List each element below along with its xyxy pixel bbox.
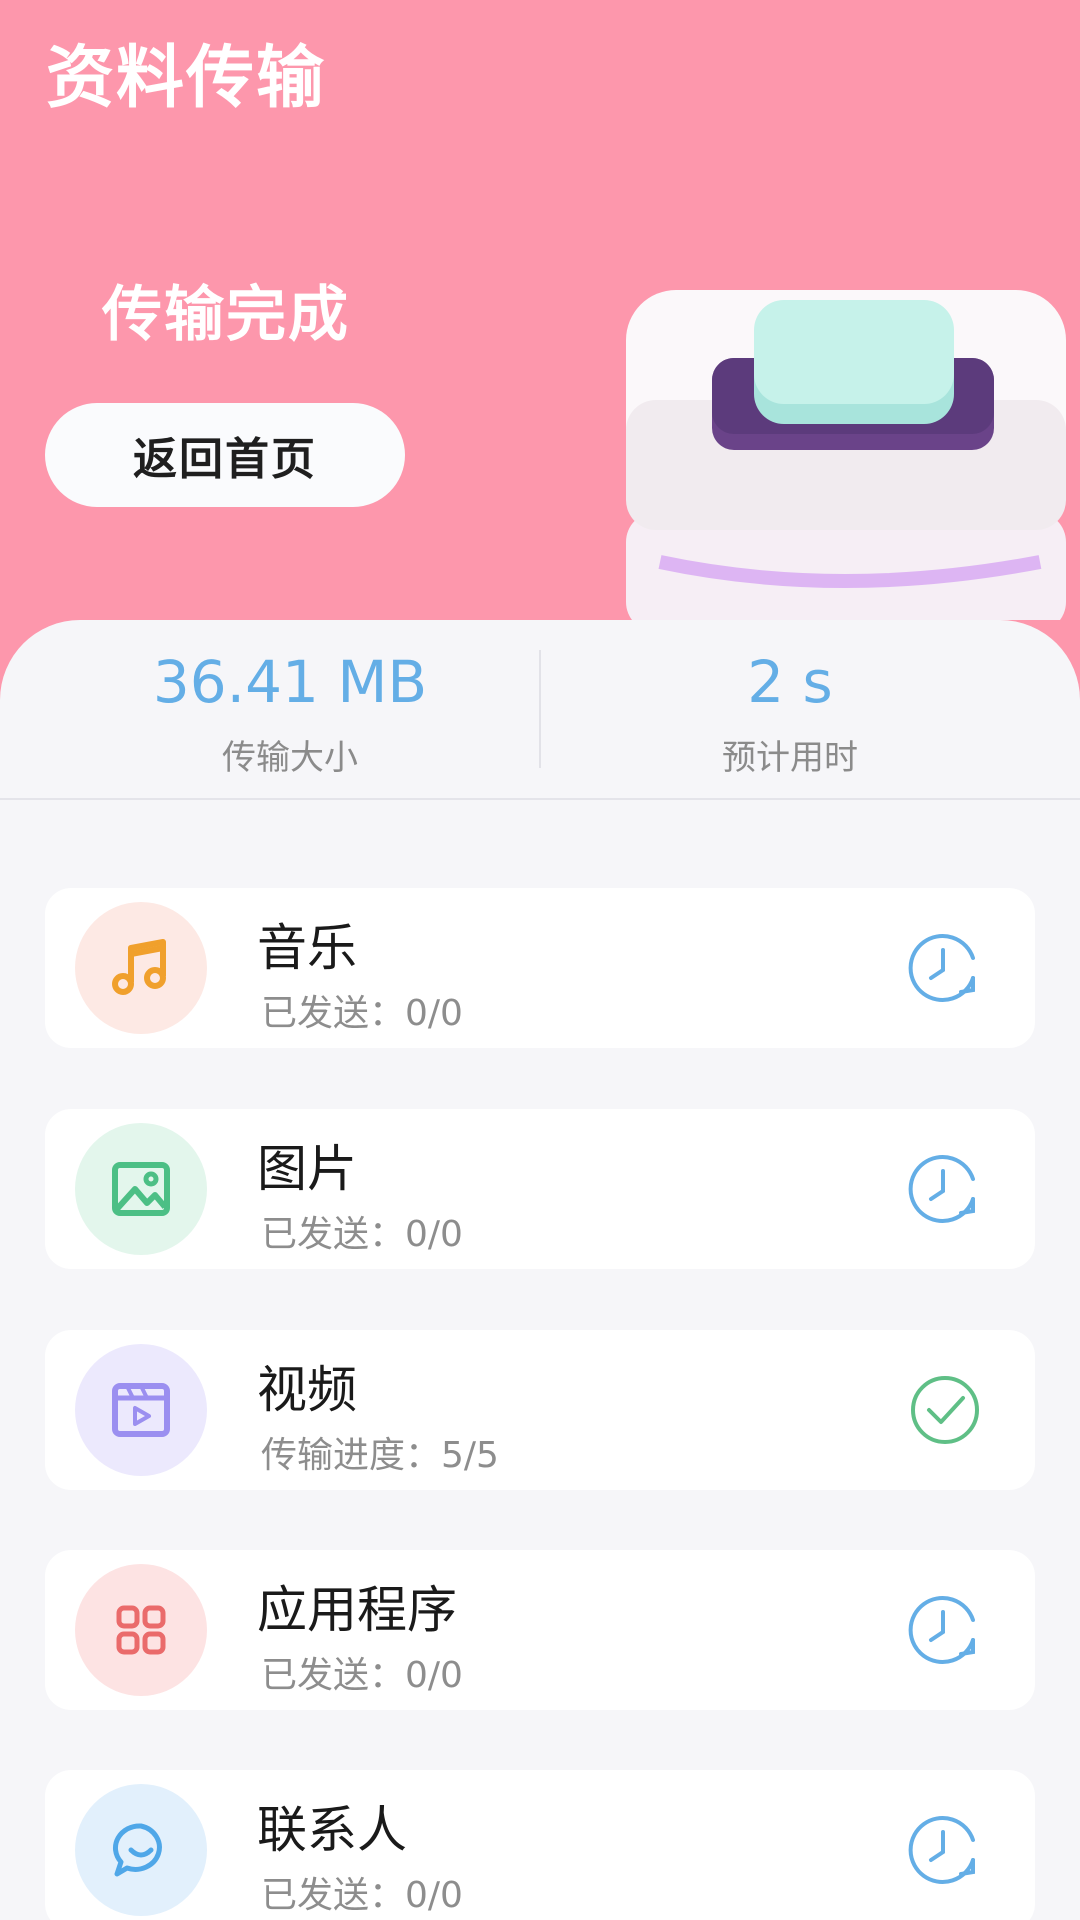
back-home-button[interactable]: 返回首页 (45, 403, 405, 507)
item-status: 已发送：0/0 (261, 1875, 463, 1916)
transfer-box-illustration (626, 290, 1066, 620)
item-name: 音乐 (257, 919, 357, 977)
app-title: 资料传输 (46, 39, 327, 118)
item-status: 已发送：0/0 (261, 1655, 463, 1696)
header-banner: 资料传输 传输完成 返回首页 (0, 0, 1080, 700)
list-item-music[interactable]: 音乐 已发送：0/0 (45, 888, 1035, 1048)
list-item-video[interactable]: 视频 传输进度：5/5 (45, 1330, 1035, 1490)
list-item-apps[interactable]: 应用程序 已发送：0/0 (45, 1550, 1035, 1710)
transfer-size-label: 传输大小 (222, 738, 358, 778)
contact-chat-icon (112, 1823, 162, 1877)
contacts-icon-circle (75, 1784, 207, 1916)
transfer-time-label: 预计用时 (722, 738, 858, 778)
item-name: 应用程序 (257, 1581, 457, 1639)
item-name: 联系人 (257, 1801, 407, 1859)
transfer-time-value: 2 s (747, 648, 833, 716)
check-circle-icon (907, 1372, 983, 1448)
video-icon-circle (75, 1344, 207, 1476)
item-name: 图片 (257, 1140, 357, 1198)
transfer-size-value: 36.41 MB (152, 648, 428, 716)
transfer-status-title: 传输完成 (102, 280, 350, 350)
image-icon-circle (75, 1123, 207, 1255)
clock-pending-icon (907, 1592, 983, 1668)
video-icon (112, 1383, 170, 1437)
image-icon (112, 1162, 170, 1216)
list-item-contacts[interactable]: 联系人 已发送：0/0 (45, 1770, 1035, 1920)
item-name: 视频 (257, 1361, 357, 1419)
transfer-summary: 36.41 MB 传输大小 2 s 预计用时 (0, 620, 1080, 800)
clock-pending-icon (907, 1151, 983, 1227)
transfer-size-stat: 36.41 MB 传输大小 (20, 620, 560, 798)
clock-pending-icon (907, 1812, 983, 1888)
list-item-images[interactable]: 图片 已发送：0/0 (45, 1109, 1035, 1269)
transfer-screen: 资料传输 传输完成 返回首页 36.41 MB 传输大小 2 s 预计用时 音乐… (0, 0, 1080, 1920)
item-status: 已发送：0/0 (261, 1214, 463, 1255)
item-status: 已发送：0/0 (261, 993, 463, 1034)
apps-icon-circle (75, 1564, 207, 1696)
music-icon-circle (75, 902, 207, 1034)
music-note-icon (112, 939, 166, 995)
item-status: 传输进度：5/5 (261, 1435, 499, 1476)
apps-grid-icon (116, 1605, 166, 1655)
clock-pending-icon (907, 930, 983, 1006)
transfer-time-stat: 2 s 预计用时 (520, 620, 1060, 798)
